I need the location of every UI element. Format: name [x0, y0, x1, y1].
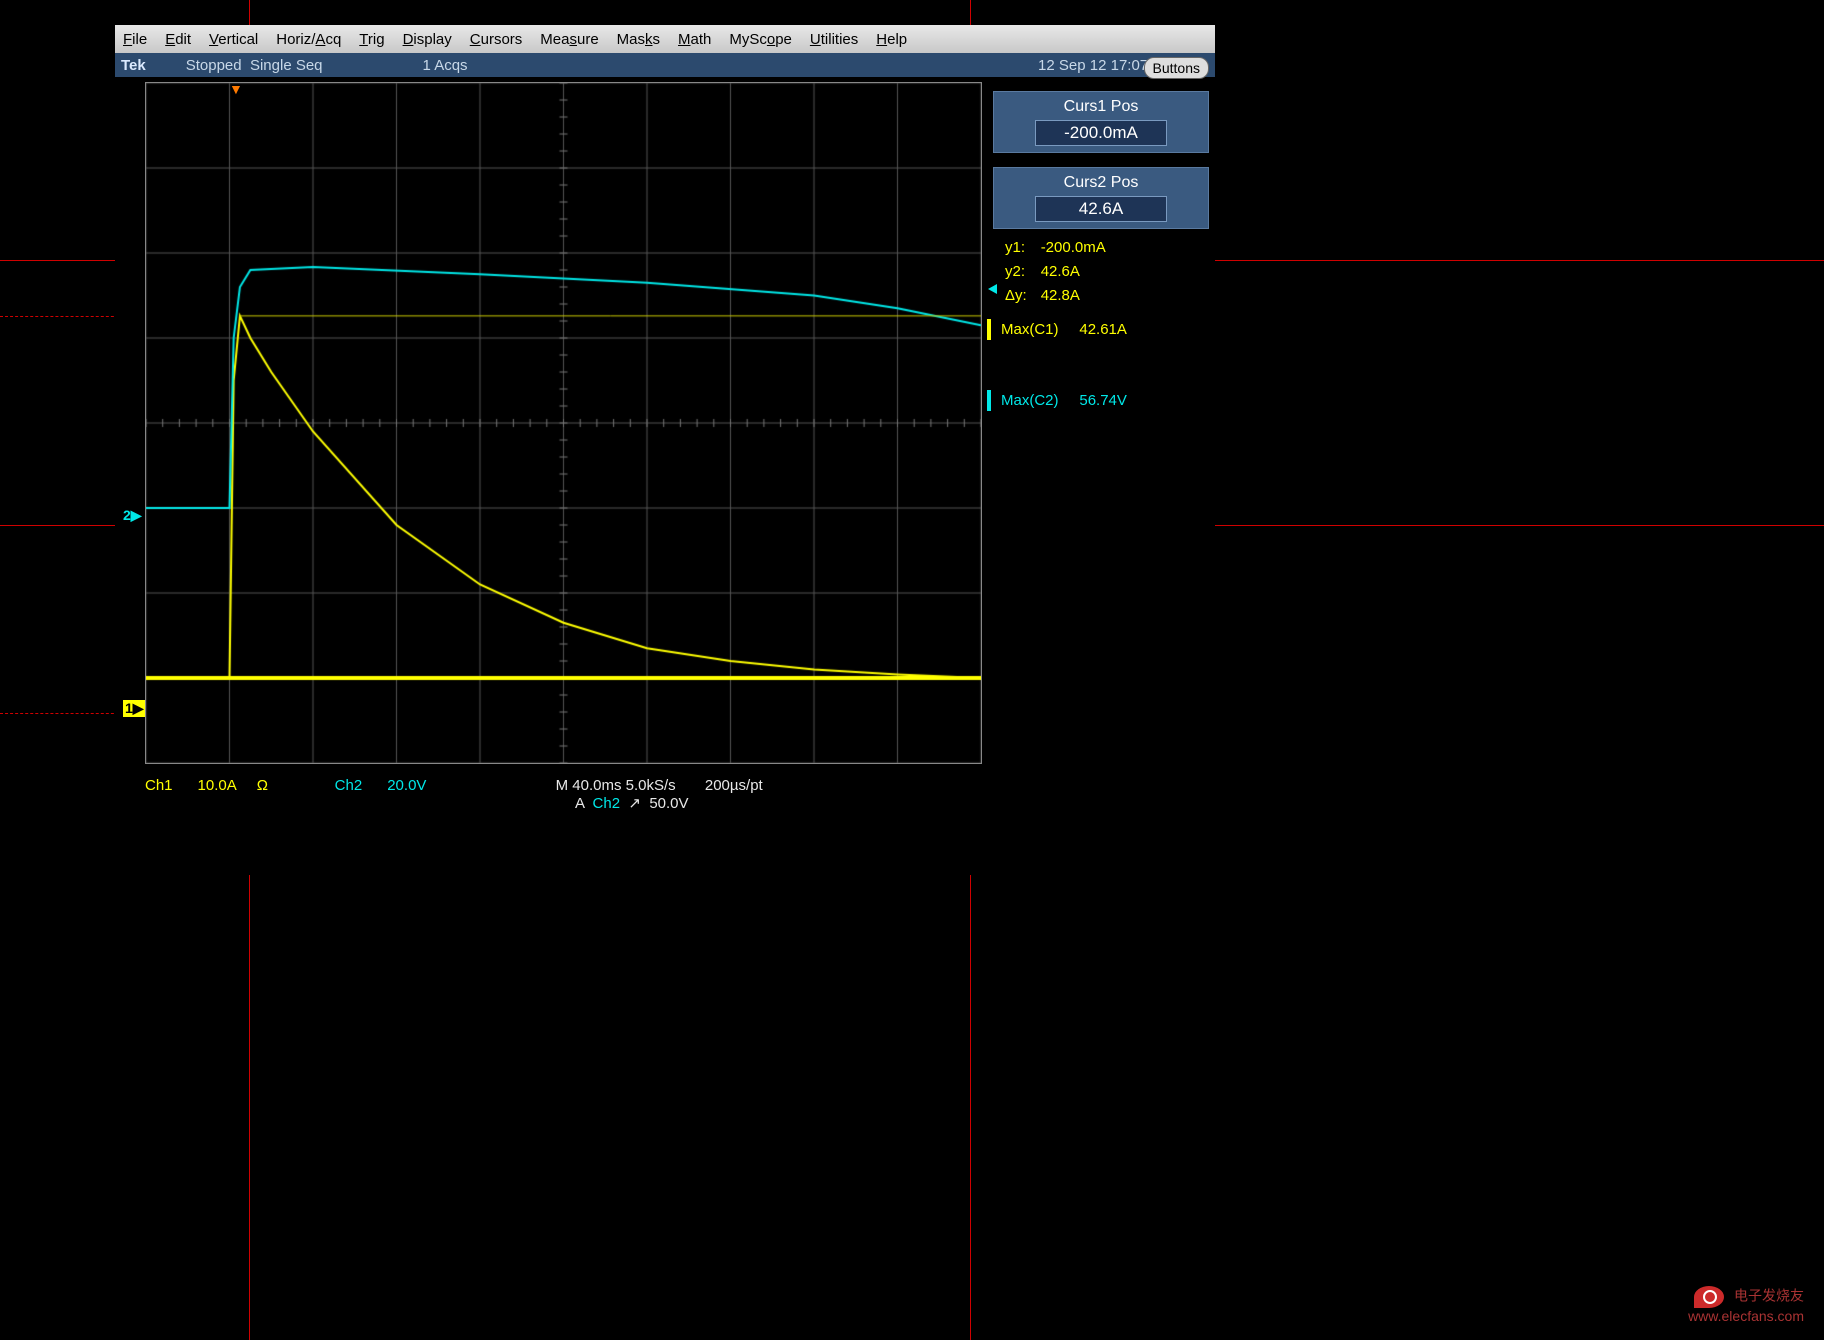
y1-label: y1: [999, 237, 1033, 259]
measurement-max-c2: Max(C2) 56.74V [987, 390, 1215, 411]
menu-vertical[interactable]: Vertical [209, 31, 258, 48]
curs1-title: Curs1 Pos [1000, 98, 1202, 116]
ch1-ref-marker[interactable]: 1▶ [123, 700, 146, 717]
menu-trig[interactable]: Trig [359, 31, 384, 48]
curs2-panel[interactable]: Curs2 Pos 42.6A [993, 167, 1209, 229]
y2-label: y2: [999, 261, 1033, 283]
timebase: M 40.0ms 5.0kS/s [556, 777, 676, 794]
trig-edge-icon: ↗ [628, 795, 641, 812]
oscilloscope-window: File Edit Vertical Horiz/Acq Trig Displa… [115, 25, 1215, 875]
right-panel: Curs1 Pos -200.0mA Curs2 Pos 42.6A y1:-2… [987, 77, 1215, 411]
ch2-label: Ch2 [335, 777, 363, 794]
menubar: File Edit Vertical Horiz/Acq Trig Displa… [115, 25, 1215, 53]
main-area: Buttons 1▶ 2▶ ▼ Ch1 10.0A Ω Ch2 20.0V [115, 77, 1215, 875]
ch2-scale: 20.0V [387, 777, 426, 794]
menu-cursors[interactable]: Cursors [470, 31, 523, 48]
trigger-position-marker[interactable]: ▼ [229, 81, 243, 97]
ch1-coupling-icon: Ω [257, 777, 268, 794]
curs1-panel[interactable]: Curs1 Pos -200.0mA [993, 91, 1209, 153]
menu-file[interactable]: File [123, 31, 147, 48]
statusbar: Tek Stopped Single Seq 1 Acqs 12 Sep 12 … [115, 53, 1215, 77]
measurement-max-c1: Max(C1) 42.61A [987, 319, 1215, 340]
buttons-toggle[interactable]: Buttons [1144, 57, 1209, 79]
y2-value: 42.6A [1035, 261, 1112, 283]
trig-level: 50.0V [649, 795, 688, 812]
watermark: 电子发烧友 www.elecfans.com [1688, 1286, 1804, 1324]
y1-value: -200.0mA [1035, 237, 1112, 259]
watermark-brand: 电子发烧友 [1734, 1288, 1804, 1304]
ch1-label: Ch1 [145, 777, 173, 794]
trig-source: Ch2 [593, 795, 621, 812]
curs2-title: Curs2 Pos [1000, 174, 1202, 192]
menu-measure[interactable]: Measure [540, 31, 598, 48]
tek-logo-text: Tek [121, 57, 146, 74]
dy-value: 42.8A [1035, 285, 1112, 307]
waveform-display[interactable]: ▼ [145, 82, 982, 764]
menu-masks[interactable]: Masks [617, 31, 660, 48]
menu-horiz-acq[interactable]: Horiz/Acq [276, 31, 341, 48]
menu-help[interactable]: Help [876, 31, 907, 48]
menu-math[interactable]: Math [678, 31, 711, 48]
run-state: Stopped Single Seq [186, 57, 323, 74]
curs2-value: 42.6A [1035, 196, 1167, 222]
watermark-url: www.elecfans.com [1688, 1308, 1804, 1324]
curs1-value: -200.0mA [1035, 120, 1167, 146]
waveforms [146, 83, 981, 763]
dy-label: Δy: [999, 285, 1033, 307]
menu-display[interactable]: Display [403, 31, 452, 48]
sample-interval: 200µs/pt [705, 777, 763, 794]
menu-myscope[interactable]: MyScope [729, 31, 792, 48]
ch2-ref-marker[interactable]: 2▶ [123, 507, 142, 524]
acqs: 1 Acqs [423, 57, 468, 74]
ch1-scale: 10.0A [198, 777, 236, 794]
menu-edit[interactable]: Edit [165, 31, 191, 48]
menu-utilities[interactable]: Utilities [810, 31, 858, 48]
channel-scale-labels: Ch1 10.0A Ω Ch2 20.0V M 40.0ms 5.0kS/s 2… [145, 777, 763, 812]
watermark-logo-icon [1694, 1286, 1724, 1308]
trig-a: A [575, 795, 584, 812]
cursor-readout: y1:-200.0mA y2:42.6A Δy:42.8A [987, 229, 1124, 315]
